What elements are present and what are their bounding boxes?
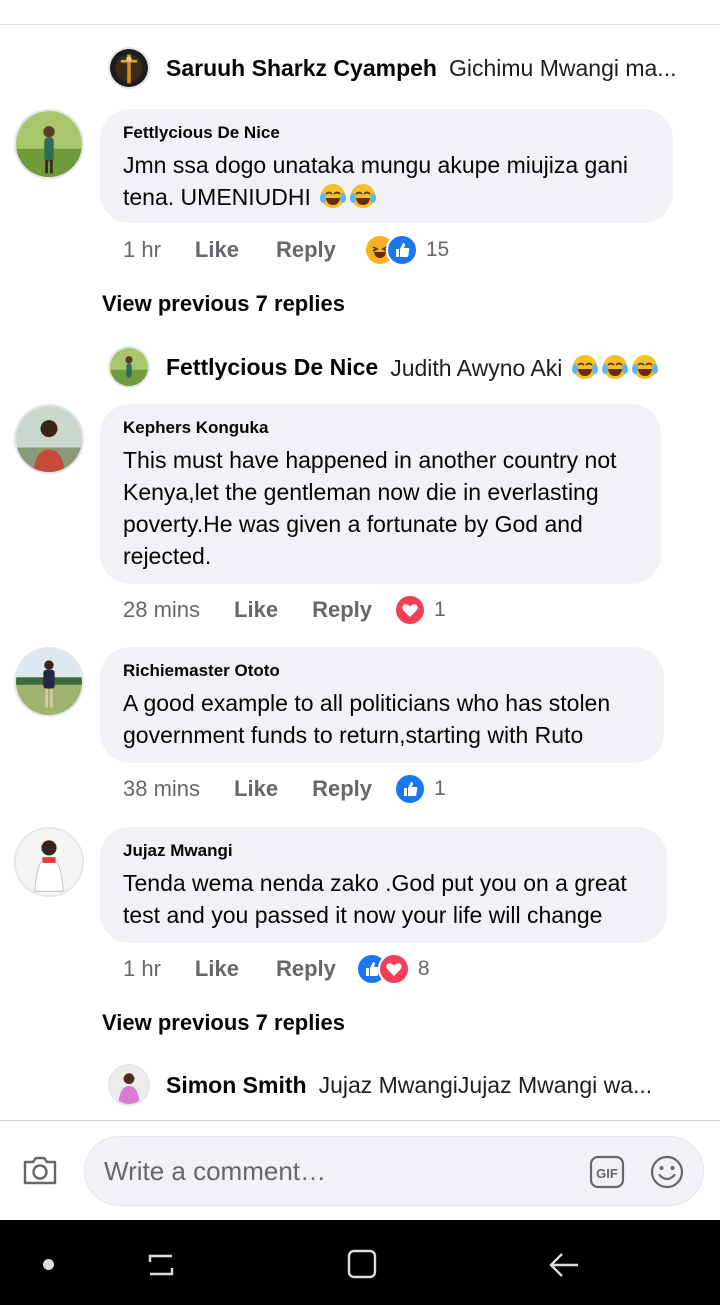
like-reaction-icon	[394, 773, 426, 805]
comment-input-placeholder: Write a comment…	[104, 1155, 327, 1186]
back-icon[interactable]	[548, 1250, 580, 1280]
comment-time[interactable]: 1 hr	[123, 956, 161, 982]
avatar[interactable]	[14, 827, 84, 897]
reactions-summary[interactable]: 1	[394, 594, 446, 626]
comment-meta: 1 hr Like Reply 15	[123, 230, 449, 270]
reply-preview[interactable]: Saruuh Sharkz Cyampeh Gichimu Mwangi ma.…	[108, 46, 676, 90]
comment-time[interactable]: 38 mins	[123, 776, 200, 802]
comment-meta: 28 mins Like Reply 1	[123, 590, 446, 630]
avatar[interactable]	[108, 346, 150, 388]
gif-icon[interactable]: GIF	[589, 1155, 625, 1189]
comment-text: This must have happened in another count…	[123, 447, 617, 569]
avatar[interactable]	[108, 1064, 150, 1106]
reactions-summary[interactable]: 1	[394, 773, 446, 805]
reply-button[interactable]: Reply	[312, 597, 372, 623]
nav-dot-icon[interactable]	[43, 1259, 54, 1270]
comment-bubble[interactable]: Kephers Konguka This must have happened …	[100, 404, 661, 584]
home-icon[interactable]	[347, 1249, 377, 1279]
like-button[interactable]: Like	[234, 597, 278, 623]
like-button[interactable]: Like	[195, 237, 239, 263]
comment-author[interactable]: Fettlycious De Nice	[123, 123, 651, 143]
comment-author[interactable]: Jujaz Mwangi	[123, 841, 645, 861]
like-reaction-icon	[385, 234, 418, 266]
view-previous-replies-link[interactable]: View previous 7 replies	[102, 1010, 345, 1036]
reply-preview[interactable]: Simon Smith Jujaz MwangiJujaz Mwangi wa.…	[108, 1063, 652, 1107]
like-button[interactable]: Like	[195, 956, 239, 982]
reply-snippet: Judith Awyno Aki	[390, 353, 659, 382]
comment-author[interactable]: Kephers Konguka	[123, 418, 639, 438]
camera-icon[interactable]	[22, 1154, 58, 1186]
tears-of-joy-emoji-icon	[350, 184, 377, 208]
comment-meta: 38 mins Like Reply 1	[123, 769, 446, 809]
gif-label: GIF	[596, 1166, 618, 1181]
comment-time[interactable]: 1 hr	[123, 237, 161, 263]
comment-time[interactable]: 28 mins	[123, 597, 200, 623]
reaction-count: 15	[425, 238, 450, 261]
love-reaction-icon	[394, 594, 426, 626]
love-reaction-icon	[377, 953, 410, 985]
reply-snippet: Gichimu Mwangi ma...	[448, 54, 677, 81]
avatar[interactable]	[14, 109, 84, 179]
reply-preview[interactable]: Fettlycious De Nice Judith Awyno Aki	[108, 345, 659, 389]
tears-of-joy-emoji-icon	[601, 354, 628, 379]
comment-text: A good example to all politicians who ha…	[123, 690, 611, 748]
tears-of-joy-emoji-icon	[571, 354, 598, 379]
reaction-count: 1	[434, 598, 446, 621]
reply-button[interactable]: Reply	[276, 956, 336, 982]
reply-author-name[interactable]: Saruuh Sharkz Cyampeh	[166, 55, 437, 82]
reply-button[interactable]: Reply	[312, 776, 372, 802]
comment-text: Tenda wema nenda zako .God put you on a …	[123, 870, 627, 928]
reply-author-name[interactable]: Fettlycious De Nice	[166, 354, 378, 381]
reaction-count: 8	[417, 957, 430, 980]
comment-bubble[interactable]: Fettlycious De Nice Jmn ssa dogo unataka…	[100, 109, 673, 223]
reactions-summary[interactable]: 15	[363, 234, 450, 266]
reply-button[interactable]: Reply	[276, 237, 336, 263]
comment-author[interactable]: Richiemaster Ototo	[123, 661, 642, 681]
tears-of-joy-emoji-icon	[631, 354, 658, 379]
reaction-count: 1	[434, 777, 446, 800]
avatar[interactable]	[108, 47, 150, 89]
comment-bubble[interactable]: Jujaz Mwangi Tenda wema nenda zako .God …	[100, 827, 667, 943]
comment-bubble[interactable]: Richiemaster Ototo A good example to all…	[100, 647, 664, 763]
recent-apps-icon[interactable]	[146, 1250, 176, 1280]
emoji-picker-icon[interactable]	[649, 1154, 685, 1190]
reactions-summary[interactable]: 8	[355, 953, 430, 985]
reply-snippet-text: Judith Awyno Aki	[390, 354, 563, 381]
top-divider	[0, 24, 720, 25]
like-button[interactable]: Like	[234, 776, 278, 802]
avatar[interactable]	[14, 404, 84, 474]
reply-author-name[interactable]: Simon Smith	[166, 1072, 307, 1099]
avatar[interactable]	[14, 647, 84, 717]
comment-text: Jmn ssa dogo unataka mungu akupe miujiza…	[123, 149, 651, 213]
comment-composer: Write a comment… GIF	[0, 1121, 720, 1220]
view-previous-replies-link[interactable]: View previous 7 replies	[102, 291, 345, 317]
reply-snippet: Jujaz MwangiJujaz Mwangi wa...	[318, 1071, 653, 1098]
comment-meta: 1 hr Like Reply 8	[123, 949, 430, 989]
system-navigation-bar	[0, 1220, 720, 1305]
tears-of-joy-emoji-icon	[320, 184, 347, 208]
